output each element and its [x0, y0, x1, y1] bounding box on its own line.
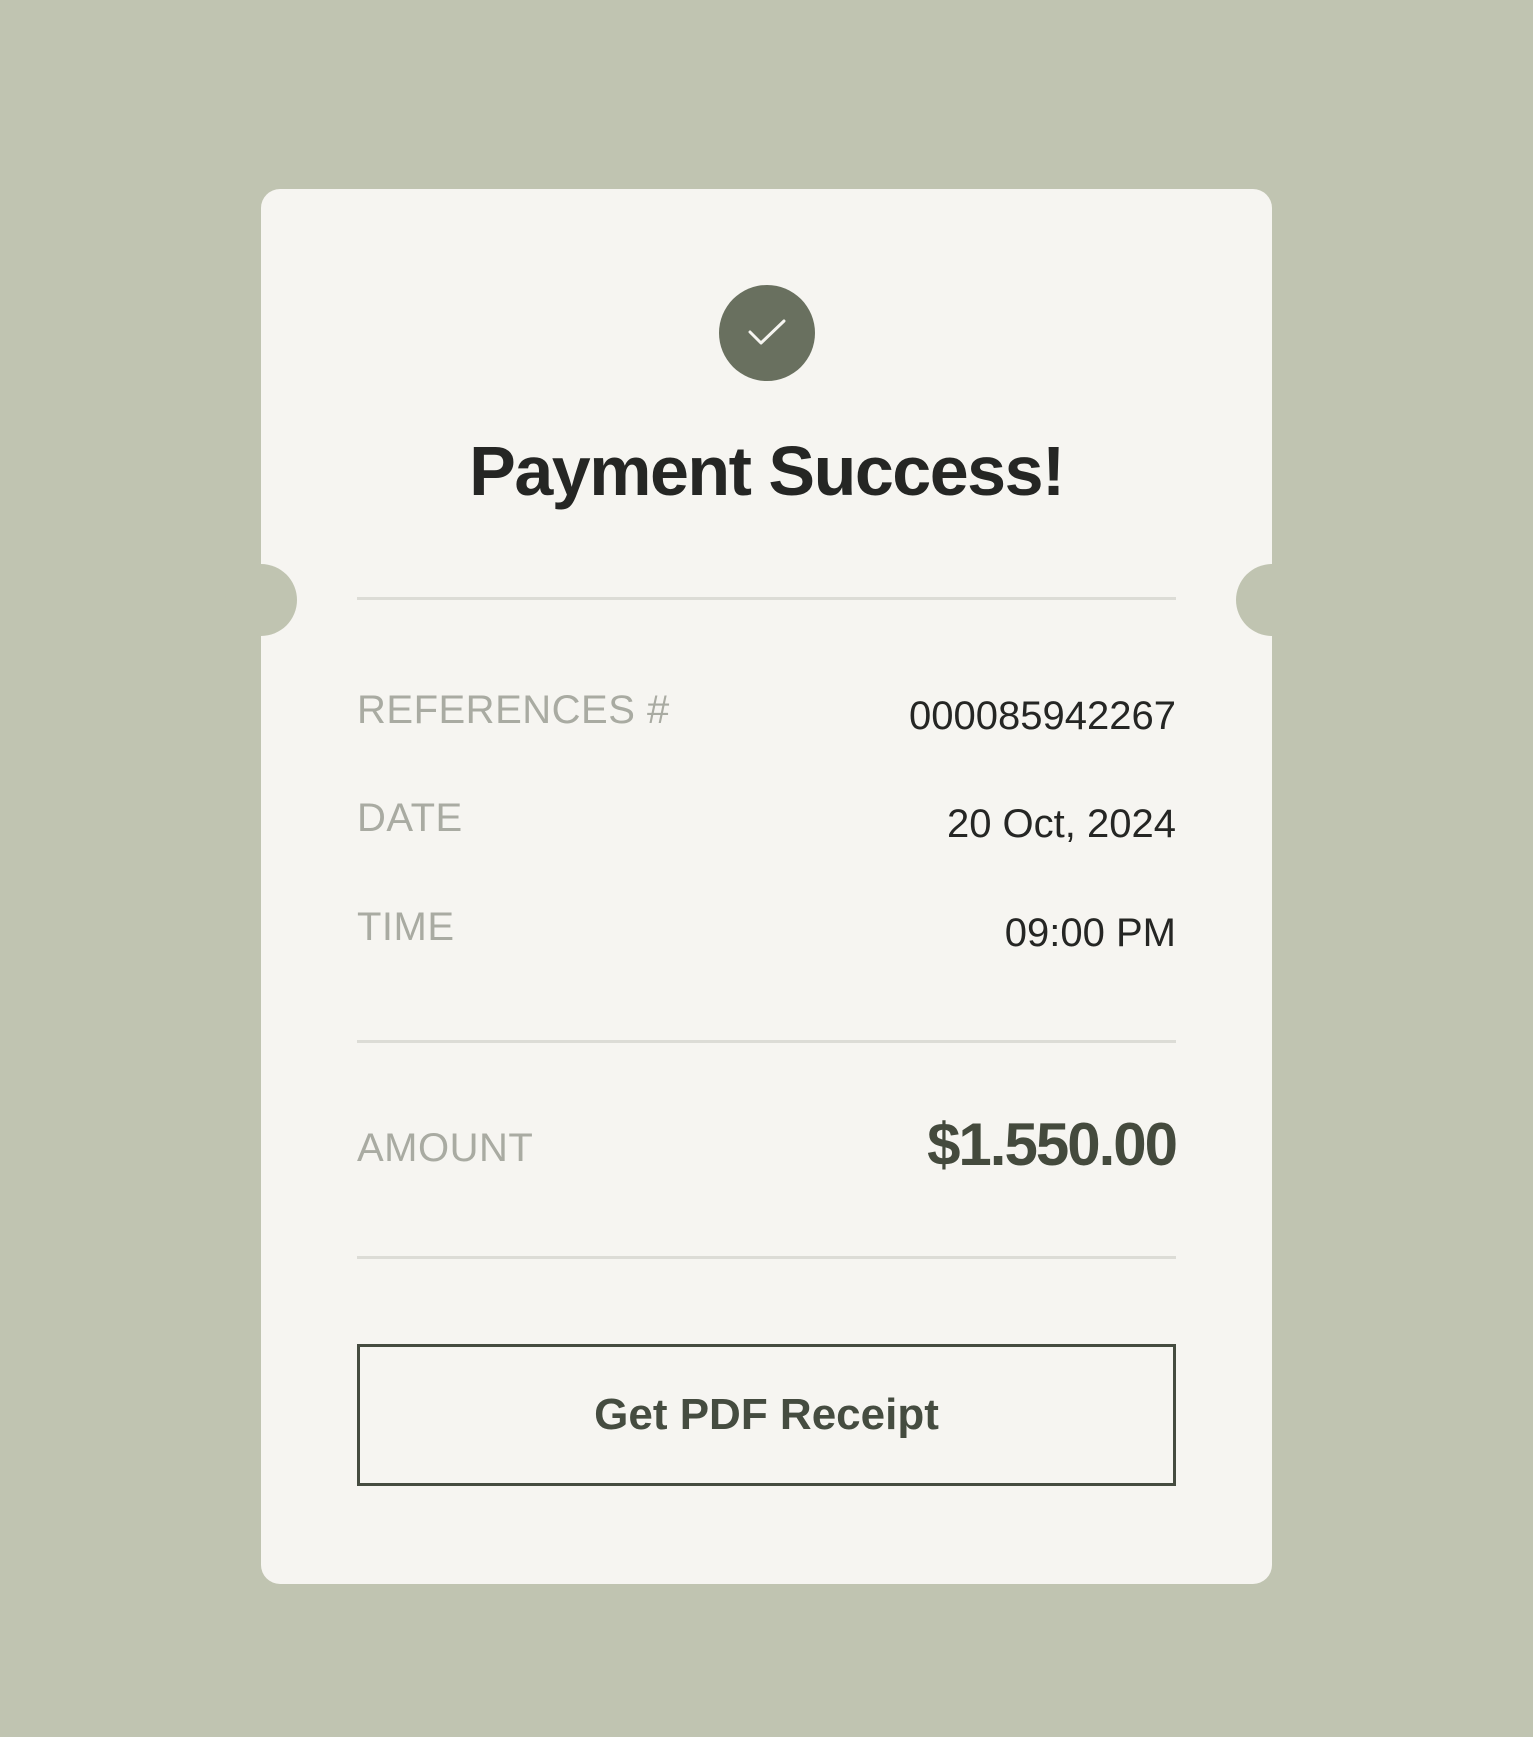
- divider: [357, 597, 1176, 600]
- payment-receipt-card: Payment Success! REFERENCES # 0000859422…: [225, 189, 1308, 1584]
- success-badge: [719, 285, 815, 381]
- time-label: TIME: [357, 905, 455, 949]
- ticket-notch-left: [225, 564, 297, 636]
- amount-row: AMOUNT $1.550.00: [357, 1115, 1178, 1188]
- date-label: DATE: [357, 796, 463, 840]
- date-value: 20 Oct, 2024: [946, 802, 1176, 846]
- amount-value: $1.550.00: [927, 1111, 1178, 1178]
- time-value: 09:00 PM: [1004, 911, 1176, 955]
- divider: [357, 1256, 1176, 1259]
- detail-row-date: DATE 20 Oct, 2024: [357, 798, 1176, 858]
- checkmark-icon: [748, 319, 786, 345]
- detail-row-time: TIME 09:00 PM: [357, 907, 1176, 967]
- ticket-notch-right: [1236, 564, 1308, 636]
- divider: [357, 1040, 1176, 1043]
- get-pdf-receipt-button[interactable]: Get PDF Receipt: [357, 1344, 1176, 1486]
- detail-row-reference: REFERENCES # 000085942267: [357, 690, 1176, 750]
- page-title: Payment Success!: [469, 432, 1065, 510]
- amount-label: AMOUNT: [357, 1126, 534, 1170]
- reference-value: 000085942267: [909, 694, 1176, 738]
- reference-label: REFERENCES #: [357, 688, 670, 732]
